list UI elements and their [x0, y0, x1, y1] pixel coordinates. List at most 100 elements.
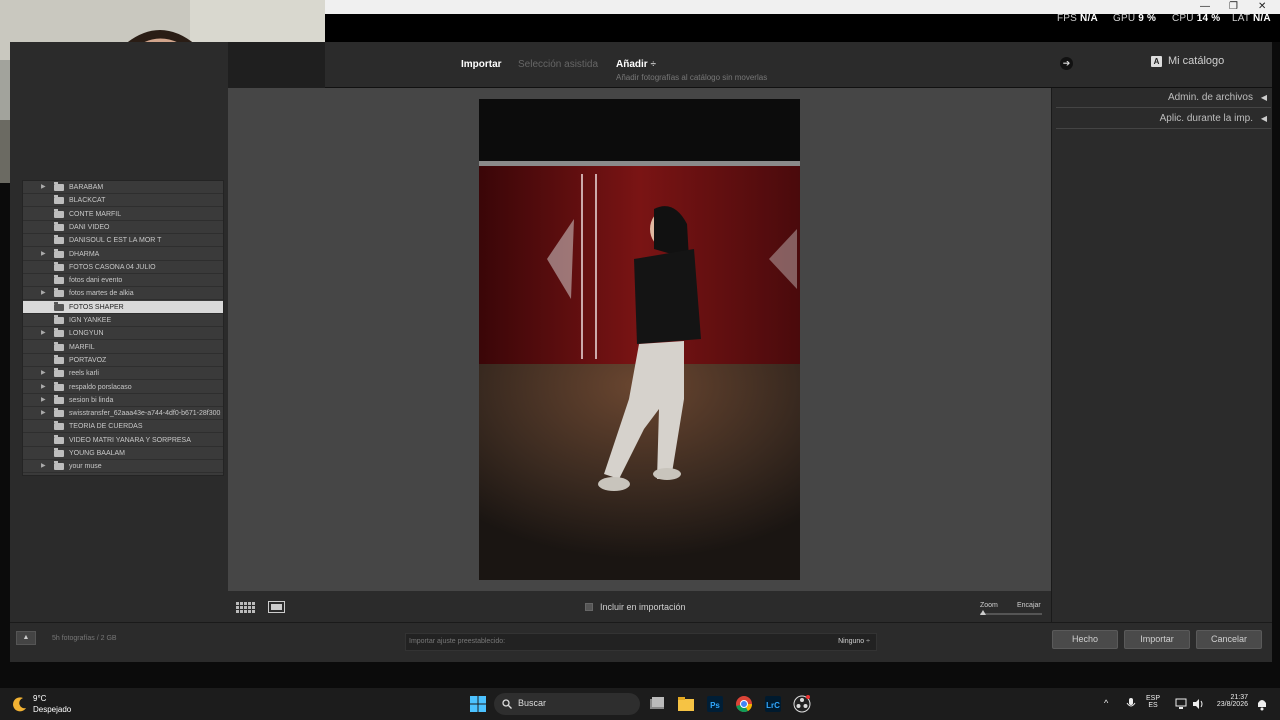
- folder-item[interactable]: ▶ swisstransfer_62aaa43e-a744-4df0-b671-2…: [23, 407, 223, 421]
- screen: — ❐ ✕ FPS N/A GPU 9 % CPU 14 % LAT N/A ▶…: [0, 0, 1280, 720]
- tab-assisted-selection[interactable]: Selección asistida: [518, 59, 598, 70]
- tab-import[interactable]: Importar: [461, 59, 502, 70]
- windows-start-icon[interactable]: [468, 694, 488, 714]
- folder-icon: [54, 261, 64, 271]
- folder-item[interactable]: YOUNG BAALAM: [23, 447, 223, 460]
- folder-item[interactable]: DANISOUL C EST LA MOR T: [23, 234, 223, 248]
- network-icon[interactable]: [1175, 698, 1187, 710]
- folder-item[interactable]: ▶ sesion bi linda: [23, 394, 223, 407]
- expand-triangle-icon[interactable]: ▶: [41, 327, 46, 340]
- folder-icon: [54, 328, 64, 338]
- photo-preview[interactable]: [479, 99, 800, 580]
- catalog-label: Mi catálogo: [1168, 55, 1225, 67]
- include-checkbox[interactable]: [585, 603, 593, 611]
- cancel-button[interactable]: Cancelar: [1196, 630, 1262, 649]
- folder-icon: [54, 315, 64, 324]
- expand-triangle-icon[interactable]: ▶: [41, 407, 46, 420]
- expand-triangle-icon[interactable]: ▶: [41, 460, 46, 473]
- zoom-slider[interactable]: [980, 613, 1042, 615]
- cpu-stat: CPU 14 %: [1172, 13, 1221, 24]
- folder-icon: [54, 182, 64, 191]
- taskbar-search[interactable]: Buscar: [494, 693, 640, 715]
- folder-label: BARABAM: [69, 184, 104, 191]
- folder-label: IGN YANKEE: [69, 317, 112, 324]
- expand-panel-button[interactable]: ▲: [16, 631, 36, 645]
- folder-item[interactable]: DANI VIDEO: [23, 221, 223, 234]
- bottom-bar: ▲ 5h fotografías / 2 GB Importar ajuste …: [10, 622, 1272, 662]
- expand-triangle-icon[interactable]: ▶: [41, 181, 46, 194]
- expand-triangle-icon[interactable]: ▶: [41, 367, 46, 380]
- loupe-view-icon[interactable]: [268, 601, 285, 613]
- lightroom-import-window: ▶ BARABAM BLACKCAT CONTE MARFIL DANI VIDEO DA…: [10, 42, 1272, 662]
- arrow-right-icon[interactable]: ➔: [1060, 57, 1073, 70]
- photoshop-icon[interactable]: Ps: [705, 694, 725, 714]
- windows-taskbar: 9°C Despejado Buscar Ps LrC ^ ESP ES 21:…: [0, 688, 1280, 720]
- tray-chevron-icon[interactable]: ^: [1104, 698, 1108, 708]
- folder-icon: [54, 461, 64, 471]
- obs-icon[interactable]: [792, 694, 812, 714]
- svg-text:Ps: Ps: [710, 701, 720, 710]
- folder-item[interactable]: MARFIL: [23, 341, 223, 354]
- catalog-icon: A: [1151, 56, 1162, 67]
- folder-icon: [54, 394, 64, 404]
- file-handling-section[interactable]: Admin. de archivos ◀: [1056, 88, 1271, 108]
- moon-weather-icon[interactable]: [12, 696, 28, 712]
- weather-temp[interactable]: 9°C: [33, 694, 46, 703]
- folder-item[interactable]: FOTOS SHAPER: [23, 300, 223, 314]
- folder-item[interactable]: ▶ respaldo porslacaso: [23, 381, 223, 394]
- weather-status[interactable]: Despejado: [33, 705, 71, 714]
- folder-icon: [54, 288, 64, 298]
- chrome-icon[interactable]: [734, 694, 754, 714]
- minimize-icon[interactable]: —: [1200, 0, 1210, 14]
- folder-label: VIDEO MATRI YANARA Y SORPRESA: [69, 436, 191, 444]
- fps-stat: FPS N/A: [1057, 13, 1098, 24]
- folder-item[interactable]: ▶ reels karli: [23, 367, 223, 381]
- folder-item[interactable]: ▶ fotos martes de alkia: [23, 287, 223, 301]
- folder-item[interactable]: PORTAVOZ: [23, 354, 223, 367]
- folder-item[interactable]: ▶ BARABAM: [23, 181, 223, 194]
- grid-view-icon[interactable]: [236, 602, 255, 613]
- zoom-label[interactable]: Zoom: [980, 602, 998, 609]
- import-button[interactable]: Importar: [1124, 630, 1190, 649]
- expand-triangle-icon[interactable]: ▶: [41, 394, 46, 407]
- folder-item[interactable]: ▶ DHARMA: [23, 248, 223, 261]
- task-view-icon[interactable]: [647, 694, 667, 714]
- folder-item[interactable]: CONTE MARFIL: [23, 208, 223, 221]
- restore-icon[interactable]: ❐: [1229, 0, 1238, 14]
- expand-triangle-icon[interactable]: ▶: [41, 248, 46, 261]
- folder-item[interactable]: ▶ LONGYUN: [23, 327, 223, 341]
- folder-label: YOUNG BAALAM: [69, 450, 126, 457]
- file-explorer-icon[interactable]: [676, 694, 696, 714]
- lightroom-classic-icon[interactable]: LrC: [763, 694, 783, 714]
- folder-item[interactable]: IGN YANKEE: [23, 314, 223, 327]
- language-indicator[interactable]: ESP ES: [1146, 695, 1160, 709]
- microphone-icon[interactable]: [1126, 698, 1136, 710]
- folder-label: TEORIA DE CUERDAS: [69, 423, 143, 431]
- add-mode-button[interactable]: Añadir ÷: [616, 59, 656, 70]
- folder-item[interactable]: TEORIA DE CUERDAS: [23, 420, 223, 434]
- notification-bell-icon[interactable]: [1256, 697, 1268, 711]
- done-button[interactable]: Hecho: [1052, 630, 1118, 649]
- zoom-slider-thumb[interactable]: [980, 610, 986, 615]
- photo-preview-area: [228, 88, 1051, 591]
- apply-during-import-section[interactable]: Aplic. durante la imp. ◀: [1056, 109, 1271, 129]
- expand-triangle-icon[interactable]: ▶: [41, 287, 46, 300]
- clock[interactable]: 21:37 23/8/2026: [1212, 694, 1248, 708]
- folder-item[interactable]: fotos dani evento: [23, 274, 223, 288]
- folder-label: BLACKCAT: [69, 197, 106, 205]
- folder-item[interactable]: ▶ your muse: [23, 460, 223, 474]
- volume-icon[interactable]: [1192, 698, 1204, 710]
- import-preset-value[interactable]: Ninguno ÷: [838, 638, 870, 645]
- folder-icon: [54, 354, 64, 364]
- folder-item[interactable]: BLACKCAT: [23, 194, 223, 208]
- source-panel: ▶ BARABAM BLACKCAT CONTE MARFIL DANI VIDEO DA…: [10, 42, 228, 622]
- close-icon[interactable]: ✕: [1258, 0, 1266, 14]
- include-label: Incluir en importación: [600, 602, 686, 612]
- folder-icon: [54, 301, 64, 311]
- folder-item[interactable]: FOTOS CASONA 04 JULIO: [23, 261, 223, 274]
- folder-item[interactable]: VIDEO MATRI YANARA Y SORPRESA: [23, 434, 223, 447]
- folder-label: sesion bi linda: [69, 396, 114, 404]
- expand-triangle-icon[interactable]: ▶: [41, 381, 46, 394]
- import-preset-select[interactable]: Importar ajuste preestablecido: Ninguno …: [405, 633, 877, 651]
- fit-label[interactable]: Encajar: [1017, 602, 1041, 609]
